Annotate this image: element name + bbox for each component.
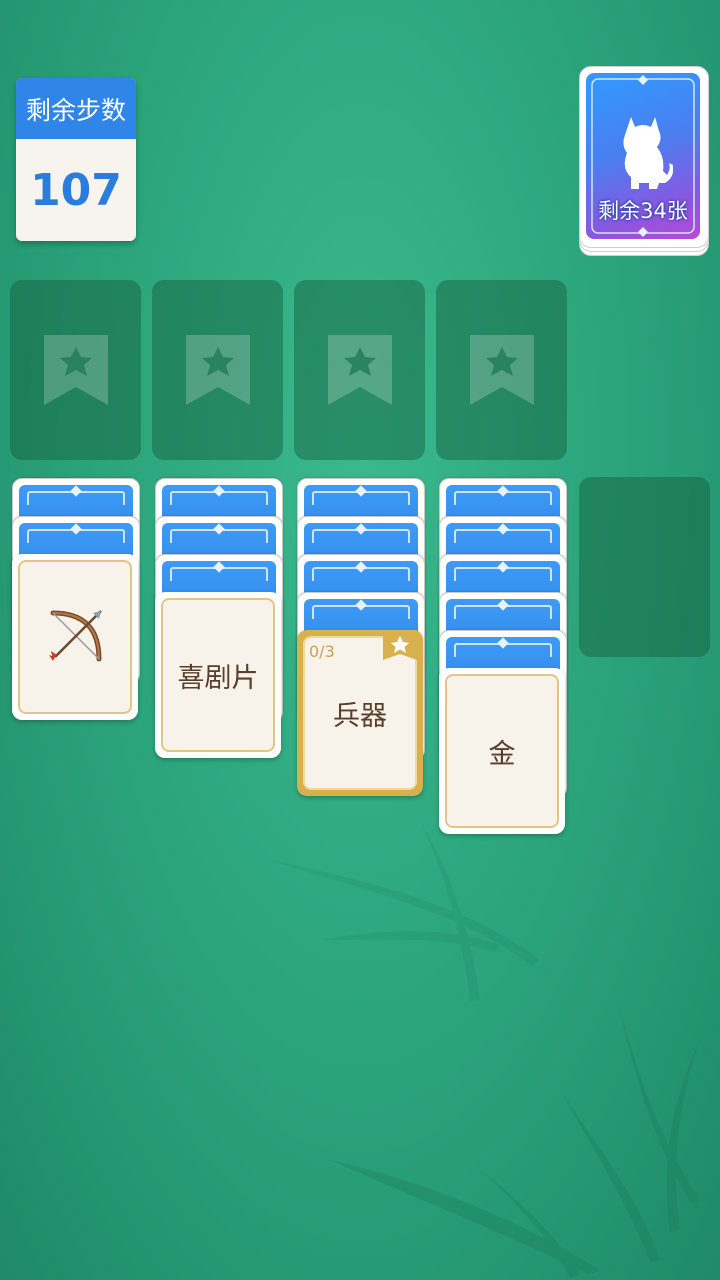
face-up-card[interactable]: 喜剧片: [155, 592, 281, 758]
foundation-slot-2[interactable]: [152, 280, 283, 460]
star-bookmark-icon: [186, 335, 250, 405]
face-up-card[interactable]: [12, 554, 138, 720]
draw-deck[interactable]: 剩余34张: [579, 66, 709, 256]
foundation-slot-4[interactable]: [436, 280, 567, 460]
star-badge-icon: [383, 630, 417, 660]
bow-and-arrow-icon: [49, 610, 102, 662]
star-bookmark-icon: [328, 335, 392, 405]
moves-label: 剩余步数: [16, 78, 136, 139]
face-up-card[interactable]: 金: [439, 668, 565, 834]
category-progress: 0/3: [309, 642, 335, 661]
deck-remaining-label: 剩余34张: [598, 199, 688, 223]
card-text: 喜剧片: [161, 598, 275, 752]
moves-counter: 剩余步数 107: [16, 78, 136, 241]
star-bookmark-icon: [44, 335, 108, 405]
selected-category-card[interactable]: 兵器 0/3: [297, 630, 423, 796]
star-bookmark-icon: [470, 335, 534, 405]
moves-value: 107: [30, 164, 122, 216]
card-text: 金: [445, 674, 559, 828]
free-cell-slot[interactable]: [579, 477, 710, 657]
cat-silhouette-icon: [623, 117, 673, 189]
foundation-slot-1[interactable]: [10, 280, 141, 460]
foundation-slot-3[interactable]: [294, 280, 425, 460]
